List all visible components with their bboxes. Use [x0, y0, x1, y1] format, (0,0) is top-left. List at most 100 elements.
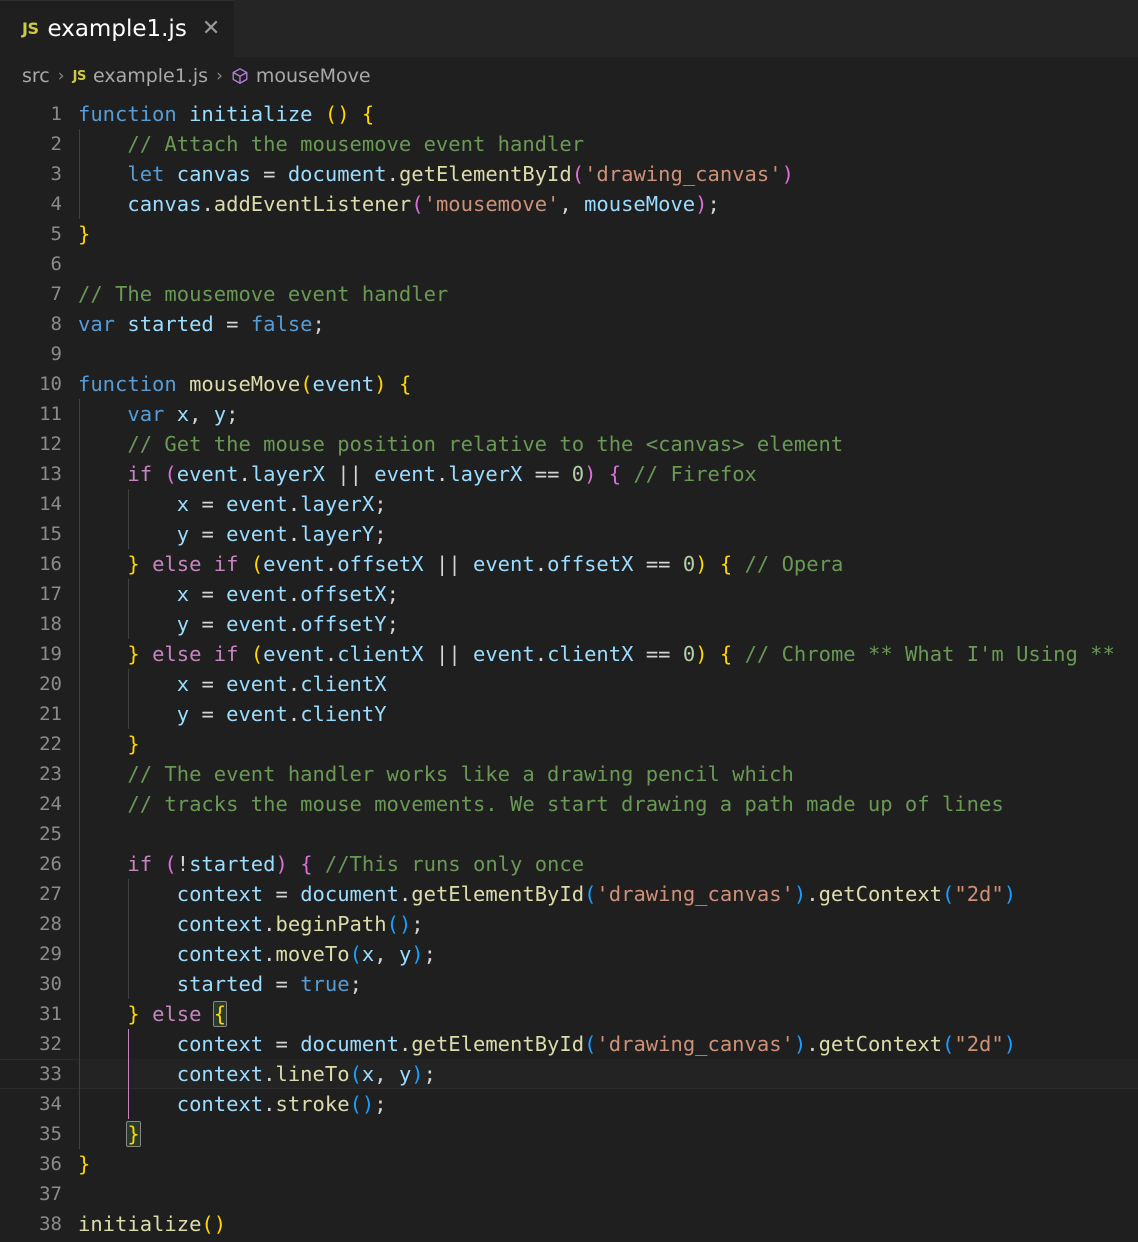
code-line[interactable]: 32 context = document.getElementById('dr… — [0, 1029, 1138, 1059]
code-line-content[interactable]: y = event.clientY — [78, 699, 1138, 729]
code-line[interactable]: 2 // Attach the mousemove event handler — [0, 129, 1138, 159]
code-line[interactable]: 38 initialize() — [0, 1209, 1138, 1239]
code-line[interactable]: 21 y = event.clientY — [0, 699, 1138, 729]
code-text: y = event.layerY; — [176, 522, 387, 546]
code-line[interactable]: 10 function mouseMove(event) { — [0, 369, 1138, 399]
code-line[interactable]: 1 function initialize () { — [0, 99, 1138, 129]
chevron-right-icon-2: › — [216, 66, 223, 86]
code-text: context.beginPath(); — [176, 912, 424, 936]
code-line-content[interactable]: } — [78, 729, 1138, 759]
editor-tab-label: example1.js — [47, 15, 187, 42]
code-line[interactable]: 23 // The event handler works like a dra… — [0, 759, 1138, 789]
code-line-content[interactable]: // The event handler works like a drawin… — [78, 759, 1138, 789]
code-line-content[interactable]: let canvas = document.getElementById('dr… — [78, 159, 1138, 189]
code-line[interactable]: 31 } else { — [0, 999, 1138, 1029]
breadcrumb-item-symbol[interactable]: mouseMove — [231, 65, 371, 87]
code-line[interactable]: 26 if (!started) { //This runs only once — [0, 849, 1138, 879]
code-line[interactable]: 13 if (event.layerX || event.layerX == 0… — [0, 459, 1138, 489]
code-line-content[interactable]: x = event.layerX; — [78, 489, 1138, 519]
code-line[interactable]: 20 x = event.clientX — [0, 669, 1138, 699]
breadcrumb-item-src[interactable]: src — [22, 65, 50, 87]
code-line-content[interactable]: context.moveTo(x, y); — [78, 939, 1138, 969]
code-line[interactable]: 25 — [0, 819, 1138, 849]
code-line[interactable]: 8 var started = false; — [0, 309, 1138, 339]
code-line[interactable]: 30 started = true; — [0, 969, 1138, 999]
code-line-content[interactable]: // The mousemove event handler — [78, 279, 1138, 309]
code-line-content[interactable]: context.lineTo(x, y); — [78, 1059, 1138, 1089]
code-text: context.lineTo(x, y); — [176, 1062, 436, 1086]
code-line-content[interactable]: function initialize () { — [78, 99, 1138, 129]
code-text: // The event handler works like a drawin… — [127, 762, 794, 786]
line-number: 3 — [50, 163, 62, 185]
code-line-content[interactable]: // tracks the mouse movements. We start … — [78, 789, 1138, 819]
code-line-content[interactable]: // Attach the mousemove event handler — [78, 129, 1138, 159]
code-line-content[interactable]: context = document.getElementById('drawi… — [78, 879, 1138, 909]
line-number: 4 — [50, 193, 62, 215]
code-line-content[interactable]: } else if (event.offsetX || event.offset… — [78, 549, 1138, 579]
editor-tab-example1js[interactable]: JS example1.js ✕ — [0, 0, 235, 57]
code-line-content[interactable]: var started = false; — [78, 309, 1138, 339]
code-line[interactable]: 9 — [0, 339, 1138, 369]
close-icon[interactable]: ✕ — [196, 17, 220, 40]
code-line-content[interactable]: } else if (event.clientX || event.client… — [78, 639, 1138, 669]
code-line-content[interactable] — [78, 339, 1138, 369]
code-line-content[interactable] — [78, 819, 1138, 849]
code-line[interactable]: 7 // The mousemove event handler — [0, 279, 1138, 309]
code-line-content[interactable]: context.stroke(); — [78, 1089, 1138, 1119]
code-line[interactable]: 5} — [0, 219, 1138, 249]
code-line[interactable]: 15 y = event.layerY; — [0, 519, 1138, 549]
code-line-content[interactable]: y = event.layerY; — [78, 519, 1138, 549]
code-line-content[interactable]: } — [78, 219, 1138, 249]
code-line[interactable]: 37 — [0, 1179, 1138, 1209]
code-line[interactable]: 29 context.moveTo(x, y); — [0, 939, 1138, 969]
code-line[interactable]: 36} — [0, 1149, 1138, 1179]
code-line[interactable]: 19 } else if (event.clientX || event.cli… — [0, 639, 1138, 669]
code-line[interactable]: 27 context = document.getElementById('dr… — [0, 879, 1138, 909]
js-file-icon: JS — [72, 68, 87, 84]
code-line[interactable]: 11 var x, y; — [0, 399, 1138, 429]
line-number: 29 — [39, 943, 62, 965]
code-line[interactable]: 34 context.stroke(); — [0, 1089, 1138, 1119]
code-line-content[interactable]: } else { — [78, 999, 1138, 1029]
code-line[interactable]: 6 — [0, 249, 1138, 279]
code-line[interactable]: 14 x = event.layerX; — [0, 489, 1138, 519]
code-line[interactable]: 18 y = event.offsetY; — [0, 609, 1138, 639]
code-line[interactable]: 33 context.lineTo(x, y); — [0, 1059, 1138, 1089]
code-line-content[interactable]: context.beginPath(); — [78, 909, 1138, 939]
breadcrumb: src › JS example1.js › mouseMove — [0, 58, 1138, 94]
code-line-content[interactable] — [78, 249, 1138, 279]
line-number: 35 — [39, 1123, 62, 1145]
code-line-content[interactable]: initialize() — [78, 1209, 1138, 1239]
line-number: 38 — [39, 1213, 62, 1235]
code-line-content[interactable]: var x, y; — [78, 399, 1138, 429]
code-line-content[interactable]: x = event.clientX — [78, 669, 1138, 699]
code-line[interactable]: 12 // Get the mouse position relative to… — [0, 429, 1138, 459]
code-line-content[interactable]: // Get the mouse position relative to th… — [78, 429, 1138, 459]
code-line-content[interactable]: } — [78, 1119, 1138, 1149]
js-file-icon: JS — [22, 19, 39, 38]
code-line[interactable]: 17 x = event.offsetX; — [0, 579, 1138, 609]
code-line-content[interactable]: } — [78, 1149, 1138, 1179]
breadcrumb-item-file[interactable]: JS example1.js — [73, 65, 209, 87]
code-line-content[interactable]: if (!started) { //This runs only once — [78, 849, 1138, 879]
code-line-content[interactable]: function mouseMove(event) { — [78, 369, 1138, 399]
line-number: 13 — [39, 463, 62, 485]
code-line-content[interactable] — [78, 1179, 1138, 1209]
code-line[interactable]: 35 } — [0, 1119, 1138, 1149]
code-line[interactable]: 22 } — [0, 729, 1138, 759]
code-line-content[interactable]: x = event.offsetX; — [78, 579, 1138, 609]
code-line[interactable]: 3 let canvas = document.getElementById('… — [0, 159, 1138, 189]
code-line-content[interactable]: started = true; — [78, 969, 1138, 999]
code-line-content[interactable]: if (event.layerX || event.layerX == 0) {… — [78, 459, 1138, 489]
code-line-content[interactable]: canvas.addEventListener('mousemove', mou… — [78, 189, 1138, 219]
line-number: 12 — [39, 433, 62, 455]
code-line[interactable]: 16 } else if (event.offsetX || event.off… — [0, 549, 1138, 579]
code-line-content[interactable]: y = event.offsetY; — [78, 609, 1138, 639]
line-number: 24 — [39, 793, 62, 815]
code-line-content[interactable]: context = document.getElementById('drawi… — [78, 1029, 1138, 1059]
code-line[interactable]: 4 canvas.addEventListener('mousemove', m… — [0, 189, 1138, 219]
editor-tab-bar: JS example1.js ✕ — [0, 0, 1138, 58]
code-line[interactable]: 28 context.beginPath(); — [0, 909, 1138, 939]
code-line[interactable]: 24 // tracks the mouse movements. We sta… — [0, 789, 1138, 819]
code-editor[interactable]: 1 function initialize () {2 // Attach the… — [0, 94, 1138, 1239]
